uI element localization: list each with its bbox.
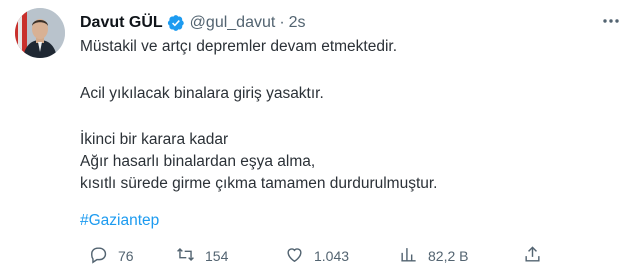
author-handle[interactable]: @gul_davut [190,14,276,32]
reply-count: 76 [118,248,134,264]
hashtag-link[interactable]: #Gaziantep [80,211,159,231]
tweet-text-line: kısıtlı sürede girme çıkma tamamen durdu… [80,175,438,192]
avatar-image [15,8,65,58]
avatar[interactable] [15,8,65,58]
tweet-card[interactable]: Davut GÜL @gul_davut · 2s Müstakil ve ar… [0,0,640,275]
tweet-actions: 76 154 1.043 82,2 B [80,244,620,268]
reply-button[interactable]: 76 [89,244,134,268]
tweet-text-line: Müstakil ve artçı depremler devam etmekt… [80,38,398,55]
tweet-text-line: Ağır hasarlı binalardan eşya alma, [80,153,316,170]
author-name[interactable]: Davut GÜL [80,14,163,32]
retweet-count: 154 [205,248,229,264]
reply-icon [89,245,108,267]
separator-dot: · [279,14,285,31]
retweet-button[interactable]: 154 [176,244,228,268]
views-count: 82,2 B [428,248,469,264]
like-count: 1.043 [314,248,350,264]
share-icon [523,245,542,267]
tweet-text-line: İkinci bir karara kadar [80,131,229,148]
more-options-icon[interactable] [596,10,626,32]
views-chart-icon [399,245,418,267]
tweet-timestamp[interactable]: 2s [289,14,306,32]
retweet-icon [176,245,195,267]
tweet-text-line: Acil yıkılacak binalara giriş yasaktır. [80,85,324,102]
like-button[interactable]: 1.043 [285,244,349,268]
tweet-header: Davut GÜL @gul_davut · 2s [80,12,306,34]
verified-badge-icon [167,14,185,32]
share-button[interactable] [523,244,542,268]
heart-icon [285,245,304,267]
views-button[interactable]: 82,2 B [399,244,468,268]
